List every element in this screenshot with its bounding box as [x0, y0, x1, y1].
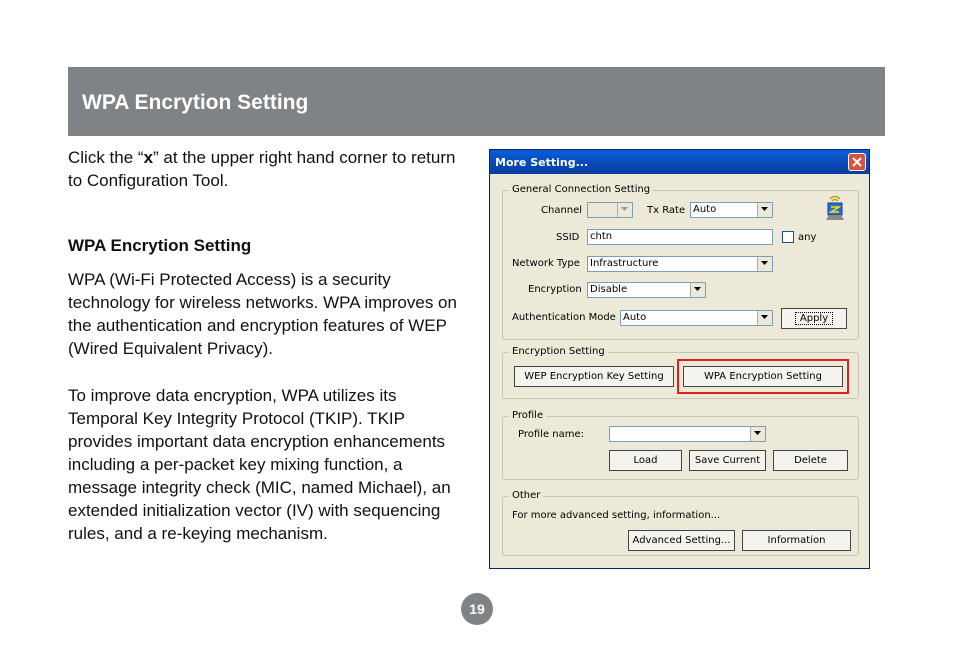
txrate-value: Auto — [693, 204, 717, 215]
profile-name-label: Profile name: — [518, 429, 585, 440]
chevron-down-icon — [617, 203, 632, 217]
highlight-box — [677, 359, 849, 394]
information-button[interactable]: Information — [742, 530, 851, 551]
other-description: For more advanced setting, information..… — [512, 510, 721, 521]
paragraph-wpa-description: WPA (Wi-Fi Protected Access) is a securi… — [68, 270, 457, 358]
intro-bold: x — [143, 148, 154, 167]
auth-mode-label: Authentication Mode — [512, 312, 616, 323]
txrate-select[interactable]: Auto — [690, 202, 773, 218]
intro-paragraph: Click the “x” at the upper right hand co… — [68, 146, 460, 192]
chevron-down-icon — [757, 311, 772, 325]
save-current-button[interactable]: Save Current — [689, 450, 766, 471]
advanced-setting-button[interactable]: Advanced Setting... — [628, 530, 735, 551]
chevron-down-icon — [757, 203, 772, 217]
ssid-input[interactable]: chtn — [587, 229, 773, 245]
encryption-value: Disable — [590, 284, 628, 295]
channel-select[interactable] — [587, 202, 633, 218]
any-checkbox[interactable] — [782, 231, 794, 243]
page-title: WPA Encrytion Setting — [82, 91, 309, 114]
auth-mode-select[interactable]: Auto — [620, 310, 773, 326]
txrate-label: Tx Rate — [647, 205, 686, 216]
network-type-select[interactable]: Infrastructure — [587, 256, 773, 272]
chevron-down-icon — [750, 427, 765, 441]
encryption-label: Encryption — [528, 284, 582, 295]
dialog-titlebar: More Setting... — [490, 150, 869, 174]
network-type-label: Network Type — [512, 258, 580, 269]
profile-label: Profile — [509, 410, 547, 421]
ssid-value: chtn — [590, 231, 613, 242]
delete-button[interactable]: Delete — [773, 450, 848, 471]
other-label: Other — [509, 490, 544, 501]
ssid-label: SSID — [556, 232, 580, 243]
load-button[interactable]: Load — [609, 450, 682, 471]
section-heading: WPA Encrytion Setting — [68, 236, 252, 255]
close-button[interactable] — [848, 153, 866, 171]
any-label: any — [798, 232, 817, 243]
more-setting-dialog: More Setting... General Connection Setti… — [489, 149, 870, 569]
chevron-down-icon — [690, 283, 705, 297]
wireless-network-icon — [826, 195, 844, 220]
apply-label: Apply — [794, 312, 834, 325]
header-bar: WPA Encrytion Setting — [68, 67, 885, 136]
general-connection-label: General Connection Setting — [509, 184, 654, 195]
apply-button[interactable]: Apply — [781, 308, 847, 329]
chevron-down-icon — [757, 257, 772, 271]
network-type-value: Infrastructure — [590, 258, 659, 269]
encryption-select[interactable]: Disable — [587, 282, 706, 298]
intro-before: Click the “ — [68, 148, 144, 167]
paragraph-tkip-description: To improve data encryption, WPA utilizes… — [68, 386, 451, 543]
channel-label: Channel — [541, 205, 583, 216]
dialog-title: More Setting... — [495, 156, 589, 169]
auth-mode-value: Auto — [623, 312, 647, 323]
wep-key-setting-button[interactable]: WEP Encryption Key Setting — [514, 366, 674, 387]
encryption-setting-label: Encryption Setting — [509, 346, 608, 357]
page-number: 19 — [461, 593, 493, 625]
close-icon — [852, 157, 862, 167]
profile-name-select[interactable] — [609, 426, 766, 442]
